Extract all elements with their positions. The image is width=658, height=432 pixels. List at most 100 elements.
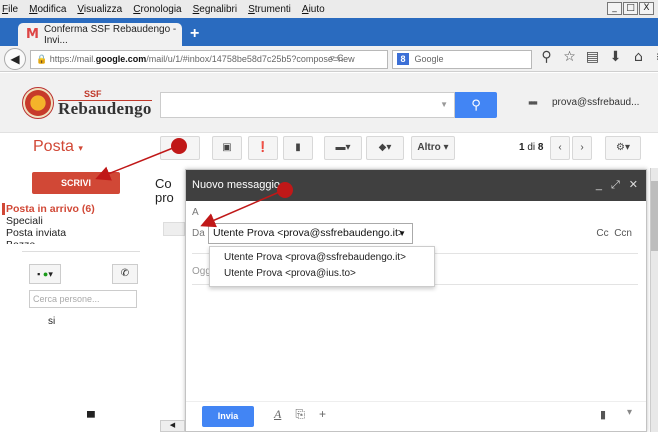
compose-footer: Invia A ⎘ + ▮ ▾	[186, 401, 646, 431]
menu-strumenti[interactable]: Strumenti	[248, 4, 291, 15]
menu-visualizza[interactable]: Visualizza	[77, 4, 122, 15]
cc-link[interactable]: Cc	[596, 228, 608, 239]
search-icon: ⚲	[471, 97, 481, 112]
menu-file[interactable]: File	[2, 4, 18, 15]
next-page-chevron-icon[interactable]: ›	[572, 136, 592, 160]
from-select-caret-icon: ▼	[398, 229, 406, 238]
close-compose-icon[interactable]: ✕	[629, 170, 638, 200]
bookmarks-list-icon[interactable]: ▤	[581, 49, 604, 65]
minimize-button[interactable]: _	[607, 2, 622, 15]
user-email[interactable]: prova@ssfrebaud...	[552, 97, 639, 108]
scrollbar-thumb[interactable]	[651, 181, 658, 251]
new-tab-plus-icon[interactable]: +	[190, 25, 199, 43]
posta-label: Posta	[33, 138, 74, 155]
home-icon[interactable]: ⌂	[627, 49, 650, 65]
discard-trash-icon[interactable]: ▮	[600, 408, 606, 421]
ssf-rebaudengo-logo[interactable]: SSF Rebaudengo	[22, 87, 152, 119]
logo-name-text: Rebaudengo	[58, 99, 152, 118]
from-field-label: Da	[192, 228, 205, 239]
more-options-dropdown-icon[interactable]: ▾	[627, 407, 632, 418]
browser-search-field[interactable]: 8 Google	[392, 50, 532, 69]
from-option[interactable]: Utente Prova <prova@ssfrebaudengo.it>	[210, 251, 434, 265]
settings-gear-icon[interactable]: ⚙▾	[605, 136, 641, 160]
from-select-value: Utente Prova <prova@ssfrebaudengo.it>	[213, 227, 405, 239]
to-field-label[interactable]: A	[192, 207, 199, 218]
pager-current: 1	[519, 142, 525, 153]
previous-page-chevron-icon[interactable]: ‹	[550, 136, 570, 160]
cc-bcc-links: Cc Ccn	[596, 228, 632, 239]
fullscreen-compose-icon[interactable]: ⤢	[611, 170, 620, 200]
download-arrow-icon[interactable]: ⬇	[604, 49, 627, 65]
mail-search-input[interactable]: ▼	[160, 92, 455, 118]
page-vertical-scrollbar[interactable]	[650, 168, 658, 432]
bcc-link[interactable]: Ccn	[614, 228, 632, 239]
from-option[interactable]: Utente Prova <prova@ius.to>	[210, 267, 434, 281]
chat-status-button[interactable]: ▪ ●▾	[29, 264, 61, 284]
menu-aiuto[interactable]: Aiuto	[302, 4, 325, 15]
chat-contact-item[interactable]: si	[48, 316, 55, 327]
search-options-dropdown-icon[interactable]: ▼	[440, 100, 448, 109]
browser-toolbar-icons: ⚲ ☆ ▤ ⬇ ⌂ ≡	[535, 49, 658, 65]
online-status-dot-icon: ●	[42, 269, 49, 279]
url-dropdown-reload-icons[interactable]: ▿ C	[330, 53, 344, 64]
apps-grid-icon[interactable]: ▪▪▪	[528, 95, 538, 110]
menu-modifica[interactable]: Modifica	[29, 4, 66, 15]
compose-window: Nuovo messaggio _ ⤢ ✕ A Da Utente Prova …	[185, 169, 647, 432]
move-folder-icon[interactable]: ▬▾	[324, 136, 362, 160]
maximize-button[interactable]: □	[623, 2, 638, 15]
browser-menubar: File Modifica Visualizza Cronologia Segn…	[0, 0, 658, 18]
search-engine-name: Google	[414, 54, 444, 64]
archive-icon[interactable]: ▣	[212, 136, 242, 160]
minimize-compose-icon[interactable]: _	[596, 170, 602, 200]
url-host: https://mail.	[49, 54, 96, 64]
more-actions-label: Altro	[417, 142, 441, 153]
pager-sep: di	[527, 142, 536, 153]
mail-nav: Posta in arrivo (6) Speciali Posta invia…	[2, 203, 95, 244]
insert-plus-icon[interactable]: +	[319, 407, 326, 422]
menu-cronologia[interactable]: Cronologia	[133, 4, 181, 15]
browser-tabbar: M Conferma SSF Rebaudengo - Invi... +	[0, 18, 658, 46]
logo-seal-icon	[22, 87, 54, 119]
mail-subject-fragment-2: pro	[155, 190, 174, 205]
tab-title: Conferma SSF Rebaudengo - Invi...	[43, 23, 177, 46]
pager-total: 8	[537, 142, 544, 153]
mail-row-avatar	[163, 222, 185, 236]
nav-item-starred[interactable]: Speciali	[5, 215, 95, 227]
url-domain: google.com	[95, 54, 147, 64]
nav-item-sent[interactable]: Posta inviata	[5, 227, 95, 239]
mail-list-peek: Co pro	[155, 177, 174, 205]
select-checkbox-button[interactable]	[160, 136, 200, 160]
nav-item-inbox[interactable]: Posta in arrivo (6)	[2, 203, 95, 215]
search-button[interactable]: ⚲	[455, 92, 497, 118]
search-glass-icon[interactable]: ⚲	[535, 49, 558, 65]
from-select[interactable]: Utente Prova <prova@ssfrebaudengo.it> ▼	[208, 223, 413, 244]
nav-item-drafts[interactable]: Bozze	[5, 239, 95, 244]
hamburger-menu-icon[interactable]: ≡	[650, 49, 658, 65]
close-window-button[interactable]: X	[639, 2, 654, 15]
attach-paperclip-icon[interactable]: ⎘	[295, 407, 305, 422]
posta-dropdown[interactable]: Posta ▾	[33, 138, 83, 156]
send-button[interactable]: Invia	[202, 406, 254, 427]
bookmark-star-icon[interactable]: ☆	[558, 49, 581, 65]
more-actions-button[interactable]: Altro ▾	[411, 136, 455, 160]
nav-divider	[22, 251, 140, 252]
hangouts-chat-bubble-icon[interactable]: ▀	[87, 412, 95, 424]
delete-trash-icon[interactable]: ▮	[283, 136, 313, 160]
from-dropdown-menu: Utente Prova <prova@ssfrebaudengo.it> Ut…	[209, 246, 435, 287]
google-search-engine-icon: 8	[397, 53, 409, 65]
compose-button[interactable]: SCRIVI	[32, 172, 120, 194]
url-path: /mail/u/1/#inbox/14758be58d7c25b5?compos…	[146, 54, 355, 64]
menu-segnalibri[interactable]: Segnalibri	[193, 4, 237, 15]
browser-tab[interactable]: M Conferma SSF Rebaudengo - Invi...	[18, 23, 182, 46]
browser-navbar: ◀ 🔒 https://mail.google.com/mail/u/1/#in…	[0, 46, 658, 72]
report-spam-icon[interactable]: ❗	[248, 136, 278, 160]
text-format-icon[interactable]: A	[274, 407, 281, 422]
phone-call-icon[interactable]: ✆	[112, 264, 138, 284]
search-people-input[interactable]: Cerca persone...	[29, 290, 137, 308]
back-arrow-icon[interactable]: ◀	[4, 48, 26, 70]
horizontal-scroll-left-arrow-icon[interactable]: ◀	[160, 420, 185, 432]
window-controls: _ □ X	[606, 2, 654, 15]
label-tag-icon[interactable]: ◆▾	[366, 136, 404, 160]
compose-header[interactable]: Nuovo messaggio _ ⤢ ✕	[186, 170, 646, 201]
pager-count: 1 di 8	[519, 142, 543, 153]
